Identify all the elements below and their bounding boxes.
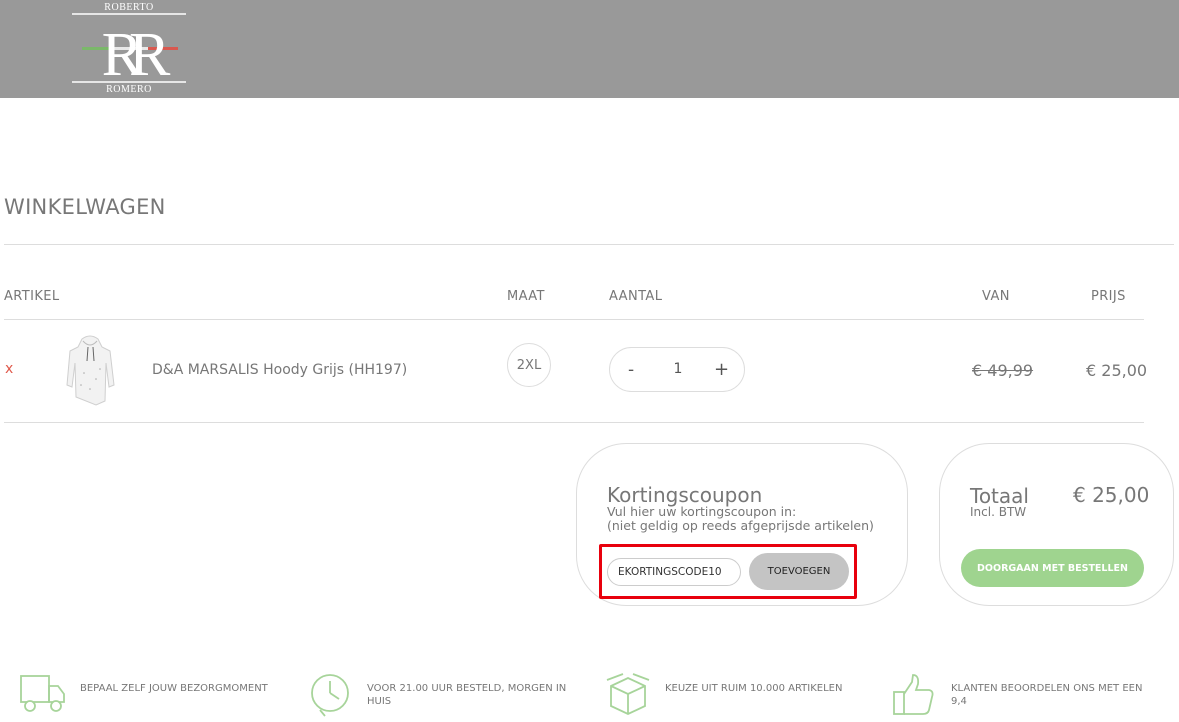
title-divider — [4, 244, 1174, 245]
coupon-code-input[interactable] — [607, 558, 741, 586]
add-coupon-button[interactable]: TOEVOEGEN — [749, 553, 849, 590]
clock-icon — [311, 674, 349, 717]
total-value: € 25,00 — [1073, 483, 1150, 507]
checkout-button[interactable]: DOORGAAN MET BESTELLEN — [961, 549, 1144, 587]
svg-text:RR: RR — [102, 21, 171, 89]
quantity-decrease-button[interactable]: - — [628, 360, 634, 380]
size-badge: 2XL — [507, 343, 551, 387]
monogram-icon: RR — [72, 13, 186, 89]
site-header: ROBERTO RR ROMERO — [0, 0, 1179, 98]
feature-text-next-day: VOOR 21.00 UUR BESTELD, MORGEN IN HUIS — [367, 683, 567, 707]
logo-bottom-text: ROMERO — [106, 84, 152, 95]
product-image[interactable] — [62, 333, 118, 407]
quantity-increase-button[interactable]: + — [714, 359, 729, 380]
original-price: € 49,99 — [972, 361, 1034, 380]
truck-icon — [20, 675, 65, 712]
coupon-description: Vul hier uw kortingscoupon in: (niet gel… — [607, 505, 874, 533]
quantity-value[interactable]: 1 — [666, 361, 690, 377]
feature-text-rating: KLANTEN BEOORDELEN ONS MET EEN 9,4 — [951, 683, 1143, 707]
quantity-stepper: - 1 + — [609, 347, 745, 392]
column-header-size: MAAT — [507, 289, 545, 304]
hoodie-icon — [66, 335, 115, 406]
product-name[interactable]: D&A MARSALIS Hoody Grijs (HH197) — [152, 362, 407, 378]
column-header-price: PRIJS — [1091, 289, 1126, 304]
feature-text-delivery: BEPAAL ZELF JOUW BEZORGMOMENT — [80, 683, 268, 694]
feature-text-assortment: KEUZE UIT RUIM 10.000 ARTIKELEN — [665, 683, 843, 694]
total-vat-note: Incl. BTW — [970, 505, 1027, 519]
coupon-description-line1: Vul hier uw kortingscoupon in: — [607, 504, 797, 519]
site-logo[interactable]: ROBERTO RR ROMERO — [70, 2, 188, 96]
row-divider — [4, 422, 1144, 423]
remove-item-button[interactable]: x — [5, 361, 13, 377]
column-header-from: VAN — [982, 289, 1010, 304]
item-price: € 25,00 — [1086, 361, 1148, 380]
page-title: WINKELWAGEN — [4, 195, 166, 219]
column-header-quantity: AANTAL — [609, 289, 663, 304]
coupon-description-line2: (niet geldig op reeds afgeprijsde artike… — [607, 518, 874, 533]
column-header-article: ARTIKEL — [4, 289, 60, 304]
box-icon — [606, 673, 650, 715]
header-divider — [4, 319, 1144, 320]
thumbs-up-icon — [893, 674, 934, 715]
